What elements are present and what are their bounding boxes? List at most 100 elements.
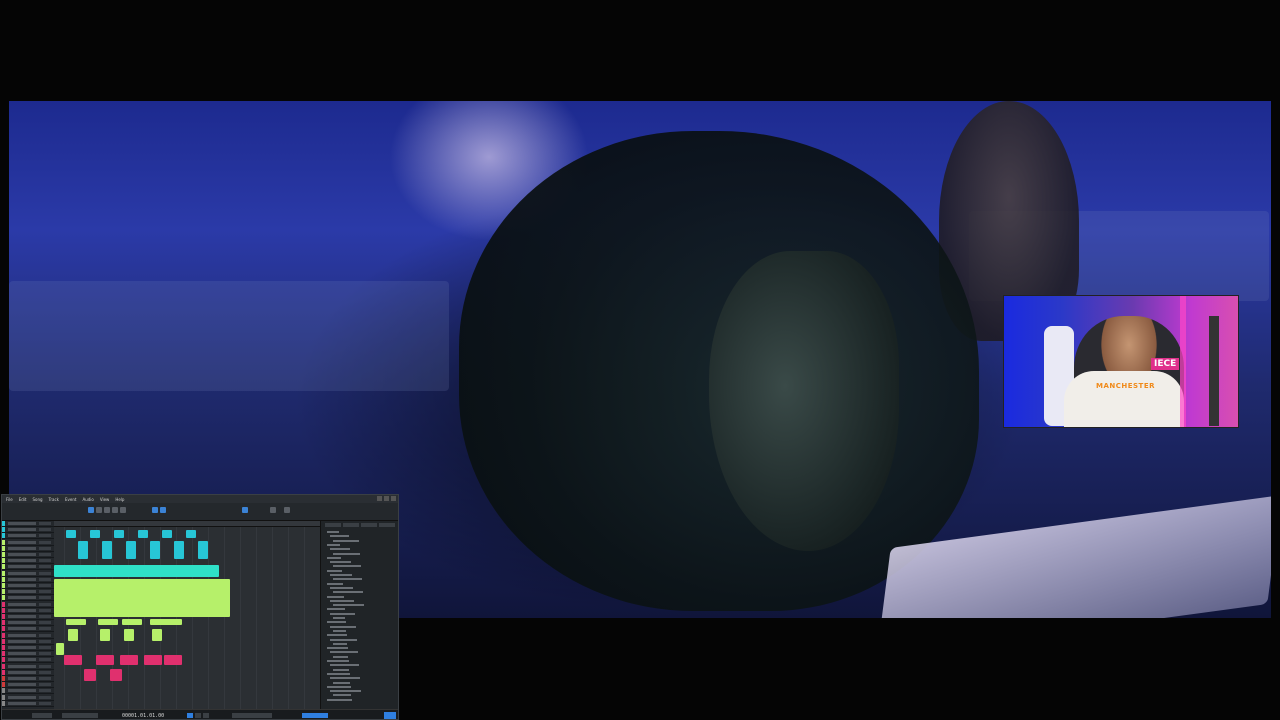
browser-item[interactable] [330,535,349,538]
maximize-button[interactable] [384,496,389,501]
track-buttons[interactable] [39,627,51,631]
track-buttons[interactable] [39,689,51,693]
track-buttons[interactable] [39,646,51,649]
browser-item[interactable] [330,599,354,602]
paint-tool-icon[interactable] [120,507,126,513]
track-buttons[interactable] [39,553,51,556]
track-buttons[interactable] [39,658,51,662]
track-buttons[interactable] [39,621,51,625]
timeline-ruler[interactable] [54,521,320,527]
event-clip[interactable] [138,530,148,538]
track-header[interactable] [2,682,54,689]
track-buttons[interactable] [39,615,51,618]
track-header[interactable] [2,663,54,670]
track-header[interactable] [2,614,54,620]
split-tool-icon[interactable] [104,507,110,513]
track-header[interactable] [2,552,54,558]
track-header[interactable] [2,583,54,589]
track-buttons[interactable] [39,652,51,656]
browser-item[interactable] [327,531,339,533]
quantize-icon[interactable] [160,507,166,513]
browser-item[interactable] [327,595,344,598]
track-buttons[interactable] [39,670,51,674]
browser-item[interactable] [330,638,357,641]
track-buttons[interactable] [39,677,51,680]
event-clip[interactable] [144,655,162,665]
menu-item[interactable]: Track [49,497,59,502]
browser-item[interactable] [327,543,340,546]
browser-item[interactable] [327,556,341,559]
event-clip[interactable] [66,530,76,538]
event-clip[interactable] [150,541,160,559]
minimize-button[interactable] [377,496,382,501]
track-header[interactable] [2,676,54,682]
tab-files[interactable] [379,523,395,527]
event-clip[interactable] [68,629,78,641]
event-clip[interactable] [162,619,182,625]
event-clip[interactable] [90,530,100,538]
track-buttons[interactable] [39,528,51,532]
menu-item[interactable]: Help [115,497,124,502]
play-button[interactable] [187,713,193,718]
browser-item[interactable] [327,621,346,624]
event-clip[interactable] [54,565,219,577]
event-clip[interactable] [102,541,112,559]
browser-item[interactable] [333,565,361,568]
track-header[interactable] [2,527,54,534]
track-buttons[interactable] [39,701,51,705]
track-buttons[interactable] [39,664,51,668]
track-header[interactable] [2,539,54,546]
browser-item[interactable] [330,612,355,615]
track-header[interactable] [2,601,54,608]
track-header[interactable] [2,645,54,651]
browser-item[interactable] [327,569,342,572]
track-buttons[interactable] [39,602,51,606]
track-header[interactable] [2,570,54,577]
browser-item[interactable] [333,629,346,632]
track-buttons[interactable] [39,596,51,600]
event-clip[interactable] [66,619,86,625]
menu-item[interactable]: File [6,497,13,502]
track-buttons[interactable] [39,565,51,569]
track-buttons[interactable] [39,639,51,643]
track-buttons[interactable] [39,546,51,550]
eraser-tool-icon[interactable] [112,507,118,513]
track-header[interactable] [2,688,54,695]
track-header[interactable] [2,694,54,701]
browser-item[interactable] [333,681,350,684]
track-buttons[interactable] [39,695,51,699]
snap-icon[interactable] [152,507,158,513]
track-header[interactable] [2,564,54,571]
browser-item[interactable] [333,642,347,645]
track-header[interactable] [2,620,54,627]
event-clip[interactable] [64,655,82,665]
track-buttons[interactable] [39,522,51,525]
browser-item[interactable] [330,561,351,564]
browser-item[interactable] [333,591,363,594]
track-buttons[interactable] [39,577,51,581]
tab-instruments[interactable] [325,523,341,527]
browser-item[interactable] [327,672,350,675]
event-clip[interactable] [164,655,182,665]
browser-item[interactable] [333,617,345,619]
track-header[interactable] [2,700,54,707]
browser-item[interactable] [333,668,349,671]
browse-icon[interactable] [284,507,290,513]
browser-item[interactable] [333,539,359,542]
track-buttons[interactable] [39,590,51,594]
event-clip[interactable] [96,655,114,665]
event-clip[interactable] [78,541,88,559]
track-buttons[interactable] [39,683,51,687]
edit-view-toggle[interactable] [384,712,396,719]
browser-item[interactable] [327,660,349,662]
track-header[interactable] [2,669,54,676]
close-button[interactable] [391,496,396,501]
track-header[interactable] [2,595,54,602]
track-buttons[interactable] [39,559,51,563]
browser-item[interactable] [333,578,362,581]
browser-item[interactable] [330,574,352,576]
event-clip[interactable] [114,530,124,538]
track-header[interactable] [2,589,54,596]
range-tool-icon[interactable] [96,507,102,513]
metronome-toggle[interactable] [302,713,328,718]
